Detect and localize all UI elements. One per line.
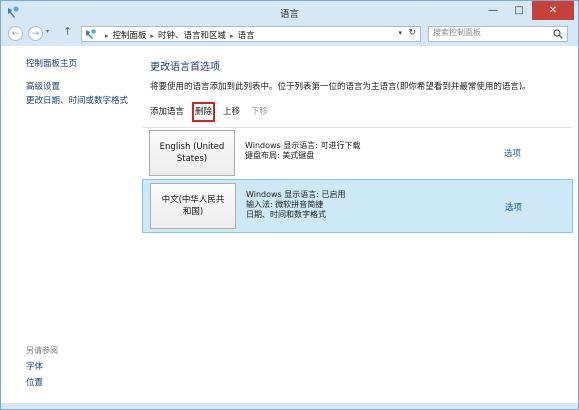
language-details: Windows 显示语言: 已启用 输入法: 微软拼音简捷 日期、时间和数字格式 bbox=[246, 190, 346, 220]
address-toolbar: ← → ▾ ↑ ▸ 控制面板 ▸ 时钟、语言和区域 ▸ 语言 ▾ ↻ bbox=[1, 23, 578, 46]
breadcrumb-separator-icon: ▸ bbox=[230, 32, 234, 40]
control-panel-icon bbox=[86, 29, 96, 39]
display-language-status: Windows 显示语言: 已启用 bbox=[246, 190, 346, 199]
language-options-link[interactable]: 选项 bbox=[505, 201, 522, 213]
title-bar[interactable]: 语言 — □ ✕ bbox=[1, 1, 578, 23]
control-panel-home-link[interactable]: 控制面板主页 bbox=[26, 57, 77, 69]
refresh-icon[interactable]: ↻ bbox=[408, 28, 416, 38]
address-bar[interactable]: ▸ 控制面板 ▸ 时钟、语言和区域 ▸ 语言 ▾ ↻ bbox=[81, 26, 421, 42]
back-button[interactable]: ← bbox=[8, 26, 23, 41]
breadcrumb-control-panel[interactable]: 控制面板 bbox=[113, 31, 147, 41]
language-details: Windows 显示语言: 可进行下载 键盘布局: 美式键盘 bbox=[245, 141, 361, 161]
recent-locations-chevron-icon[interactable]: ▾ bbox=[46, 28, 49, 35]
page-title: 更改语言首选项 bbox=[150, 62, 220, 73]
language-row-english[interactable]: English (United States) Windows 显示语言: 可进… bbox=[142, 127, 573, 178]
location-link[interactable]: 位置 bbox=[26, 376, 43, 388]
language-toolbar: 添加语言 删除 上移 下移 bbox=[150, 102, 279, 122]
language-name-line1: 中文(中华人民共 bbox=[161, 195, 225, 205]
minimize-button[interactable]: — bbox=[480, 1, 506, 20]
language-name-line1: English (United bbox=[159, 142, 225, 152]
left-navigation-pane: 控制面板主页 高级设置 更改日期、时间或数字格式 另请参阅 字体 位置 bbox=[1, 46, 137, 409]
move-up-button[interactable]: 上移 bbox=[223, 105, 240, 119]
change-date-time-format-link[interactable]: 更改日期、时间或数字格式 bbox=[26, 94, 128, 106]
move-down-button: 下移 bbox=[251, 107, 269, 117]
forward-button[interactable]: → bbox=[28, 26, 43, 41]
input-method: 输入法: 微软拼音简捷 bbox=[246, 200, 324, 209]
language-name-line2: States) bbox=[176, 154, 208, 164]
breadcrumb-separator-icon: ▸ bbox=[105, 32, 109, 40]
advanced-settings-link[interactable]: 高级设置 bbox=[26, 80, 60, 92]
remove-language-button[interactable]: 删除 bbox=[192, 102, 216, 122]
breadcrumb-clock-language-region[interactable]: 时钟、语言和区域 bbox=[158, 31, 226, 41]
close-button[interactable]: ✕ bbox=[532, 1, 574, 20]
display-language-status: Windows 显示语言: 可进行下载 bbox=[245, 141, 361, 150]
address-dropdown-icon[interactable]: ▾ bbox=[398, 29, 402, 37]
search-icon[interactable] bbox=[553, 29, 563, 39]
language-row-chinese[interactable]: 中文(中华人民共 和国) Windows 显示语言: 已启用 输入法: 微软拼音… bbox=[142, 179, 573, 233]
add-language-button[interactable]: 添加语言 bbox=[150, 105, 184, 119]
window-controls: — □ ✕ bbox=[480, 1, 574, 21]
keyboard-layout: 键盘布局: 美式键盘 bbox=[245, 151, 315, 160]
language-name-line2: 和国) bbox=[182, 207, 204, 217]
language-window: 语言 — □ ✕ ← → ▾ ↑ ▸ 控制面板 ▸ 时钟、语言和区域 ▸ 语言 ▾ ↻ bbox=[0, 0, 579, 410]
main-content: 更改语言首选项 将要使用的语言添加到此列表中。位于列表第一位的语言为主语言(即你… bbox=[137, 46, 578, 409]
maximize-button[interactable]: □ bbox=[506, 1, 532, 20]
page-description: 将要使用的语言添加到此列表中。位于列表第一位的语言为主语言(即你希望看到并最常使… bbox=[150, 82, 531, 92]
window-bottom-border bbox=[1, 403, 578, 409]
language-options-link[interactable]: 选项 bbox=[504, 147, 521, 159]
breadcrumb-separator-icon: ▸ bbox=[150, 32, 155, 40]
breadcrumb: ▸ 控制面板 ▸ 时钟、语言和区域 ▸ 语言 bbox=[101, 29, 255, 41]
see-also-label: 另请参阅 bbox=[26, 346, 58, 355]
breadcrumb-language[interactable]: 语言 bbox=[238, 31, 255, 41]
language-name-button[interactable]: 中文(中华人民共 和国) bbox=[150, 183, 236, 229]
language-name-button[interactable]: English (United States) bbox=[149, 130, 235, 176]
search-input[interactable] bbox=[433, 28, 543, 37]
fonts-link[interactable]: 字体 bbox=[26, 360, 43, 372]
up-button[interactable]: ↑ bbox=[63, 25, 72, 38]
date-time-number-format: 日期、时间和数字格式 bbox=[246, 210, 326, 219]
search-box[interactable] bbox=[428, 26, 568, 42]
